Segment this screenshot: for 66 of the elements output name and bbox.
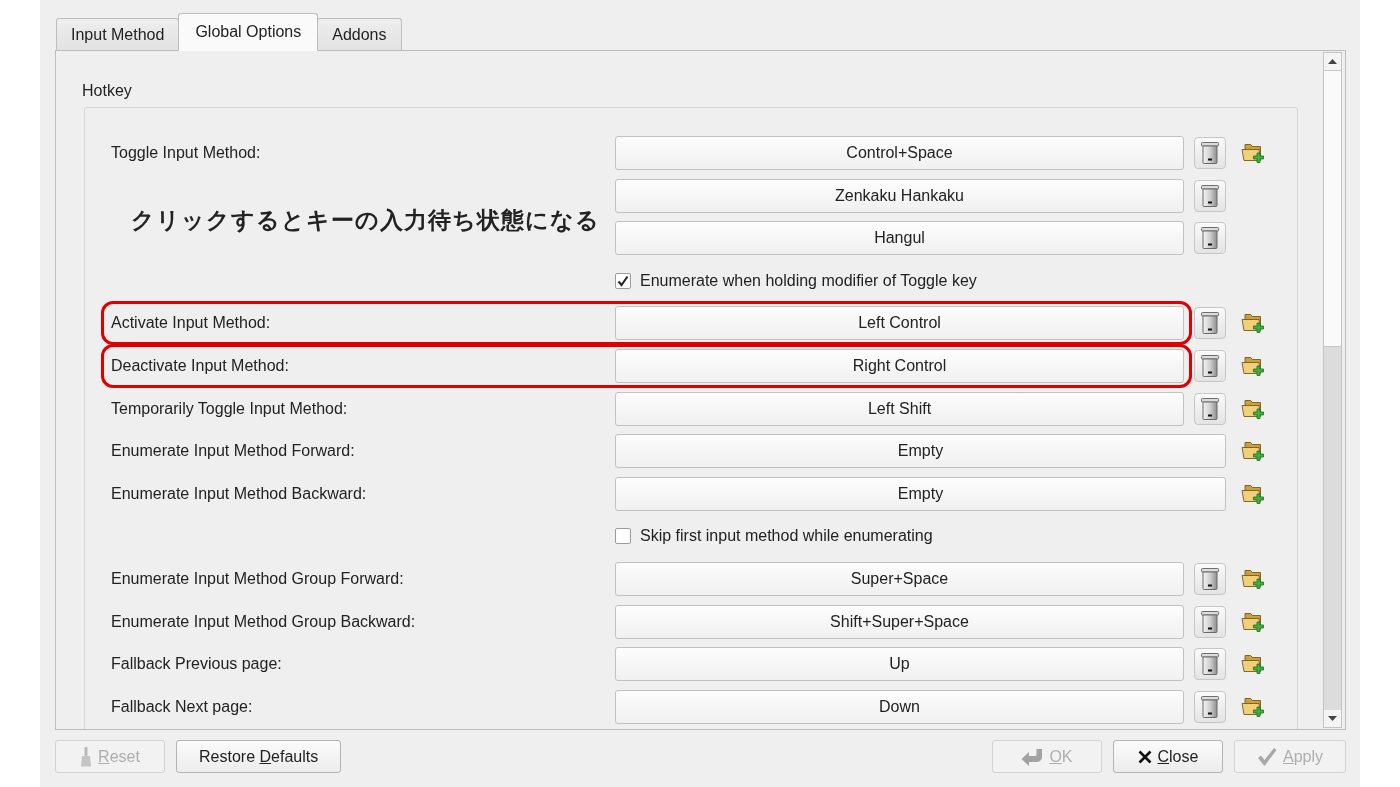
trash-icon: [1201, 184, 1219, 207]
hotkey-label: Enumerate Input Method Group Forward:: [111, 569, 404, 588]
hotkey-label: Enumerate Input Method Backward:: [111, 484, 367, 503]
checkbox-label: Enumerate when holding modifier of Toggle key: [640, 271, 977, 290]
hotkey-label: Fallback Previous page:: [111, 655, 282, 674]
brush-icon: [80, 746, 93, 767]
check-icon: [1256, 746, 1277, 767]
folder-plus-icon[interactable]: [1241, 652, 1265, 677]
scroll-down-button[interactable]: [1324, 710, 1341, 727]
shortcut-key-button[interactable]: Left Control: [615, 306, 1184, 341]
trash-icon: [1201, 354, 1219, 377]
trash-icon: [1201, 397, 1219, 420]
delete-key-button[interactable]: [1194, 349, 1226, 382]
delete-key-button[interactable]: [1194, 690, 1226, 723]
dialog-button[interactable]: Restore Defaults: [176, 740, 342, 773]
shortcut-key-button[interactable]: Down: [615, 689, 1184, 724]
shortcut-key-button[interactable]: Control+Space: [615, 136, 1184, 170]
trash-icon: [1201, 312, 1219, 335]
delete-key-button[interactable]: [1194, 648, 1226, 681]
shortcut-key-button[interactable]: Shift+Super+Space: [615, 604, 1184, 639]
annotation-text: クリックするとキーの入力待ち状態になる: [131, 206, 600, 234]
dialog-button[interactable]: Close: [1112, 740, 1223, 773]
section-title: Hotkey: [82, 81, 132, 101]
trash-icon: [1201, 695, 1219, 718]
close-icon: [1137, 749, 1152, 764]
trash-icon: [1201, 610, 1219, 633]
hotkey-label: Toggle Input Method:: [111, 144, 261, 162]
shortcut-key-button[interactable]: Up: [615, 647, 1184, 682]
delete-key-button[interactable]: [1194, 605, 1226, 638]
shortcut-key-button[interactable]: Right Control: [615, 348, 1184, 383]
folder-plus-icon[interactable]: [1241, 141, 1265, 165]
shortcut-key-button[interactable]: Hangul: [615, 221, 1184, 256]
folder-plus-icon[interactable]: [1241, 439, 1265, 464]
scrollbar-thumb[interactable]: [1324, 70, 1341, 347]
checkbox-label: Skip first input method while enumerating: [640, 527, 933, 546]
trash-icon: [1201, 142, 1219, 164]
up-arrow-icon: [1328, 59, 1337, 64]
return-arrow-icon: [1021, 747, 1044, 766]
tab[interactable]: Addons: [317, 18, 402, 50]
shortcut-key-button[interactable]: Zenkaku Hankaku: [615, 178, 1184, 213]
shortcut-key-button[interactable]: Empty: [615, 476, 1226, 511]
scroll-up-button[interactable]: [1324, 53, 1341, 70]
delete-key-button[interactable]: [1194, 392, 1226, 425]
shortcut-key-button[interactable]: Super+Space: [615, 561, 1184, 596]
tab[interactable]: Global Options: [178, 13, 319, 51]
delete-key-button[interactable]: [1194, 222, 1226, 255]
hotkey-label: Enumerate Input Method Forward:: [111, 442, 355, 461]
hotkey-label: Fallback Next page:: [111, 697, 253, 716]
delete-key-button[interactable]: [1194, 562, 1226, 595]
trash-icon: [1201, 567, 1219, 590]
delete-key-button[interactable]: [1194, 307, 1226, 340]
hotkey-label: Deactivate Input Method:: [111, 356, 289, 375]
shortcut-key-button[interactable]: Left Shift: [615, 391, 1184, 426]
hotkey-label: Enumerate Input Method Group Backward:: [111, 612, 416, 631]
scrollbar-track[interactable]: [1323, 52, 1342, 728]
tab[interactable]: Input Method: [56, 18, 180, 50]
checkbox[interactable]: [615, 528, 631, 545]
hotkey-label: Temporarily Toggle Input Method:: [111, 399, 348, 418]
trash-icon: [1201, 653, 1219, 676]
trash-icon: [1201, 227, 1219, 250]
folder-plus-icon[interactable]: [1241, 311, 1265, 336]
shortcut-key-button[interactable]: Empty: [615, 434, 1226, 469]
down-arrow-icon: [1328, 716, 1337, 721]
delete-key-button[interactable]: [1194, 179, 1226, 212]
delete-key-button[interactable]: [1194, 137, 1226, 169]
hotkey-label: Activate Input Method:: [111, 314, 271, 333]
